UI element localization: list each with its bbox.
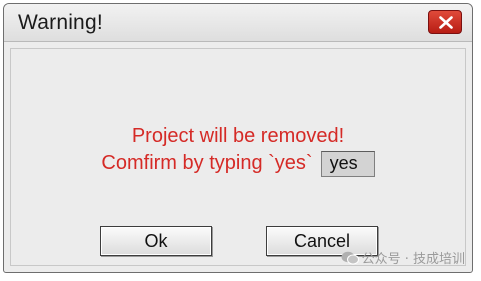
dialog-body: Project will be removed! Comfirm by typi… — [10, 48, 466, 266]
ok-button[interactable]: Ok — [100, 226, 212, 256]
close-button[interactable] — [428, 10, 462, 34]
warning-message: Project will be removed! — [131, 125, 345, 147]
dialog-title: Warning! — [18, 11, 103, 34]
watermark: 公众号 · 技成培训 — [341, 248, 465, 267]
wechat-icon — [341, 251, 359, 265]
warning-dialog: Warning! Project will be removed! Comfir… — [3, 3, 473, 273]
title-bar[interactable]: Warning! — [4, 4, 472, 42]
watermark-text: 公众号 · 技成培训 — [361, 252, 465, 267]
confirm-prompt-row: Comfirm by typing `yes` — [11, 150, 465, 177]
confirm-input[interactable] — [320, 150, 375, 177]
confirm-prompt: Comfirm by typing `yes` — [101, 152, 313, 175]
close-icon — [439, 16, 453, 29]
